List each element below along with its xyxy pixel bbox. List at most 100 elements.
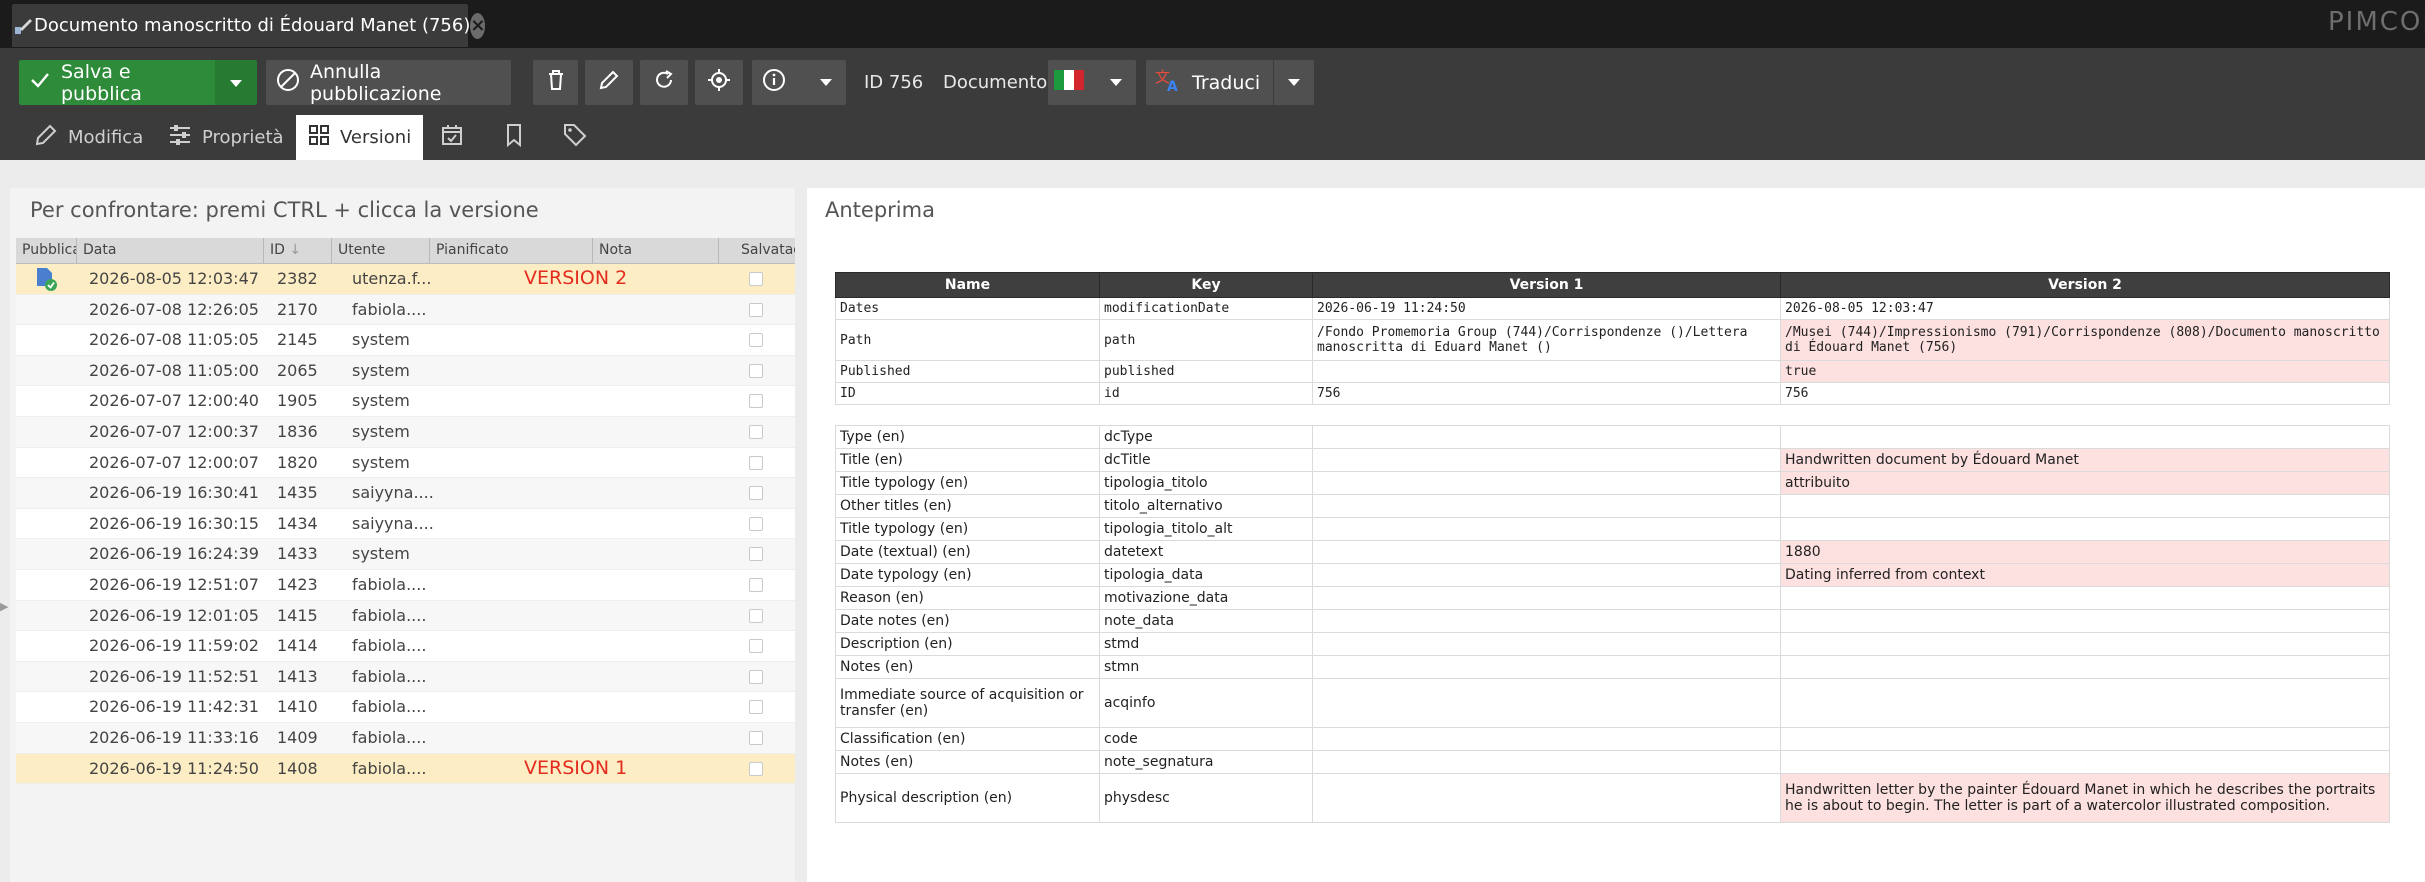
translate-icon: 文A [1154,67,1182,98]
version-row[interactable]: 2026-06-19 16:24:39 1433 system [16,539,795,570]
save-options-dropdown[interactable] [215,60,257,105]
close-tab-icon[interactable]: × [470,12,486,39]
version-row[interactable]: 2026-07-08 11:05:05 2145 system [16,325,795,356]
col-date[interactable]: Data [77,238,264,263]
version-row[interactable]: 2026-08-05 12:03:47 2382 utenza.f... VERSIO… [16,264,795,295]
tab-edit[interactable]: Modifica [22,115,155,160]
field-key: stmd [1099,632,1313,656]
caret-down-icon[interactable] [1273,60,1314,105]
save-checkbox[interactable] [749,547,763,562]
save-checkbox[interactable] [749,608,763,623]
italy-flag-icon [1054,70,1084,95]
compare-row: Title typology (en) tipologia_titolo attri… [835,471,2390,495]
version-row[interactable]: 2026-06-19 16:30:15 1434 saiyyna.... [16,508,795,540]
save-checkbox[interactable] [749,302,763,317]
tag-icon [563,123,587,152]
field-key: titolo_alternativo [1099,494,1313,518]
field-version-2: Dating inferred from context [1780,563,2390,587]
col-user[interactable]: Utente [332,238,430,263]
save-checkbox[interactable] [749,700,763,715]
unpublish-button[interactable]: Annulla pubblicazione [266,60,511,105]
version-row[interactable]: 2026-06-19 16:30:41 1435 saiyyna.... [16,478,795,509]
save-checkbox[interactable] [749,424,763,439]
save-checkbox[interactable] [749,363,763,378]
header-name: Name [835,272,1100,298]
language-selector[interactable] [1048,60,1136,105]
save-checkbox[interactable] [749,272,763,286]
version-row[interactable]: 2026-06-19 11:42:31 1410 fabiola.... [16,692,795,723]
delete-button[interactable] [533,60,578,105]
translate-button[interactable]: 文A Traduci [1146,60,1314,105]
tab-edit-label: Modifica [68,127,144,148]
field-name: Title typology (en) [835,471,1100,495]
document-tab[interactable]: Documento manoscritto di Édouard Manet (… [12,4,486,47]
info-menu-button[interactable] [752,60,846,105]
version-date: 2026-07-07 12:00:07 [89,452,259,472]
save-checkbox[interactable] [749,639,763,654]
version-row[interactable]: 2026-07-07 12:00:40 1905 system [16,386,795,417]
field-name: Type (en) [835,425,1100,449]
version-row[interactable]: 2026-07-07 12:00:07 1820 system [16,447,795,479]
collapse-handle-icon[interactable]: ▶ [0,600,8,640]
version-date: 2026-07-08 12:26:05 [89,299,259,319]
version-row[interactable]: 2026-06-19 11:52:51 1413 fabiola.... [16,661,795,693]
save-checkbox[interactable] [749,516,763,531]
preview-panel: Anteprima Name Key Version 1 Version 2 D… [807,188,2425,882]
version-date: 2026-06-19 11:52:51 [89,666,259,686]
preview-panel-title: Anteprima [825,198,935,222]
brand-logo: PIMCORE [2328,7,2425,37]
field-version-2 [1780,750,2390,774]
rename-button[interactable] [585,60,633,105]
field-version-1 [1312,563,1781,587]
reload-button[interactable] [640,60,688,105]
compare-row: Title (en) dcTitle Handwritten document by… [835,448,2390,472]
version-row[interactable]: 2026-07-07 12:00:37 1836 system [16,416,795,448]
field-key: motivazione_data [1099,586,1313,610]
version-date: 2026-06-19 16:30:41 [89,483,259,503]
field-key: note_segnatura [1099,750,1313,774]
version-user: system [352,421,410,441]
version-user: fabiola.... [352,299,427,319]
reload-icon [653,69,675,96]
tab-properties[interactable]: Proprietà [156,115,296,160]
field-key: modificationDate [1099,297,1313,320]
show-in-tree-button[interactable] [695,60,743,105]
save-checkbox[interactable] [749,669,763,684]
version-row[interactable]: 2026-06-19 12:51:07 1423 fabiola.... [16,569,795,601]
version-id: 2170 [277,299,318,319]
save-checkbox[interactable] [749,394,763,409]
version-row[interactable]: 2026-07-08 12:26:05 2170 fabiola.... [16,294,795,326]
tab-versions[interactable]: Versioni [296,115,424,160]
tab-notes[interactable] [492,115,536,160]
save-checkbox[interactable] [749,577,763,592]
version-row[interactable]: 2026-07-08 11:05:00 2065 system [16,355,795,387]
field-version-2: attribuito [1780,471,2390,495]
field-version-1 [1312,471,1781,495]
save-checkbox[interactable] [749,761,763,776]
field-version-2 [1780,678,2390,728]
col-published[interactable]: Pubblicato [16,238,77,263]
version-date: 2026-08-05 12:03:47 [89,269,259,288]
col-id[interactable]: ID ↓ [264,238,332,263]
version-row[interactable]: 2026-06-19 11:24:50 1408 fabiola.... VERSIO… [16,753,795,785]
version-row[interactable]: 2026-06-19 11:59:02 1414 fabiola.... [16,631,795,662]
field-version-1: /Fondo Promemoria Group (744)/Corrispond… [1312,319,1781,361]
panel-splitter[interactable] [795,188,807,882]
crosshair-icon [707,68,731,97]
version-row[interactable]: 2026-06-19 11:33:16 1409 fabiola.... [16,722,795,754]
version-date: 2026-07-08 11:05:00 [89,360,259,380]
version-row[interactable]: 2026-06-19 12:01:05 1415 fabiola.... [16,600,795,632]
col-scheduled[interactable]: Pianificato [430,238,593,263]
save-publish-button[interactable]: Salva e pubblica [19,60,215,105]
tab-tags[interactable] [551,115,599,160]
col-note[interactable]: Nota [593,238,719,263]
col-save[interactable]: Salvataggio [735,238,795,263]
tab-schedule[interactable] [428,115,476,160]
save-checkbox[interactable] [749,333,763,348]
field-name: Path [835,319,1100,361]
field-name: Title typology (en) [835,517,1100,541]
save-checkbox[interactable] [749,486,763,501]
save-checkbox[interactable] [749,730,763,745]
compare-row: Other titles (en) titolo_alternativo [835,494,2390,518]
save-checkbox[interactable] [749,455,763,470]
